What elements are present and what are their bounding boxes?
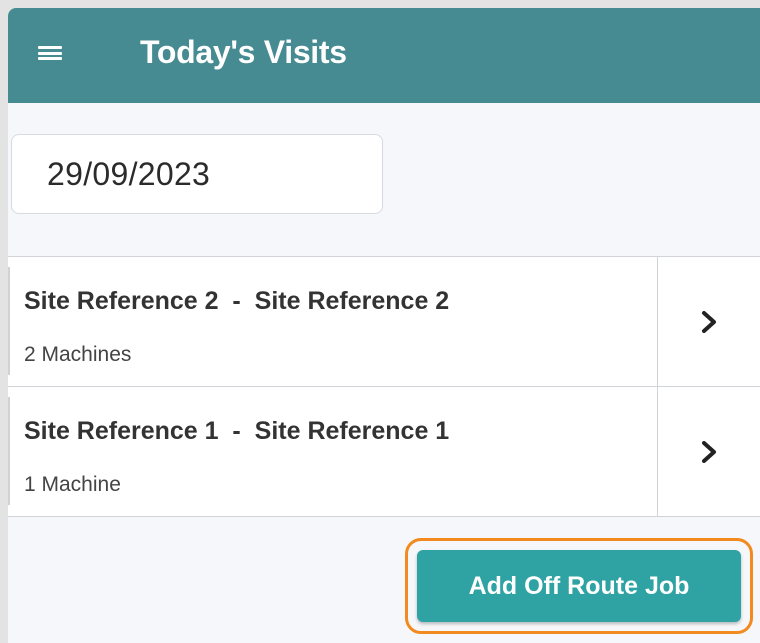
visit-row[interactable]: Site Reference 1 - Site Reference 1 1 Ma… bbox=[8, 386, 760, 516]
visit-title: Site Reference 1 - Site Reference 1 bbox=[24, 417, 450, 445]
hamburger-menu-icon[interactable] bbox=[38, 43, 62, 63]
visit-row[interactable]: Site Reference 2 - Site Reference 2 2 Ma… bbox=[8, 257, 760, 386]
app-window: Today's Visits 29/09/2023 Site Reference… bbox=[8, 8, 760, 643]
visit-info: Site Reference 2 - Site Reference 2 2 Ma… bbox=[8, 257, 657, 386]
add-off-route-highlight: Add Off Route Job bbox=[405, 538, 753, 634]
chevron-right-icon[interactable] bbox=[657, 257, 760, 386]
visit-info: Site Reference 1 - Site Reference 1 1 Ma… bbox=[8, 387, 657, 516]
visits-list: Site Reference 2 - Site Reference 2 2 Ma… bbox=[8, 256, 760, 517]
page-title: Today's Visits bbox=[140, 34, 347, 70]
chevron-right-icon[interactable] bbox=[657, 387, 760, 516]
date-field[interactable]: 29/09/2023 bbox=[11, 134, 383, 214]
app-bar: Today's Visits bbox=[8, 8, 760, 103]
add-off-route-job-button[interactable]: Add Off Route Job bbox=[417, 550, 741, 622]
visit-machine-count: 2 Machines bbox=[24, 343, 132, 366]
visit-machine-count: 1 Machine bbox=[24, 473, 121, 496]
visit-title: Site Reference 2 - Site Reference 2 bbox=[24, 287, 450, 315]
